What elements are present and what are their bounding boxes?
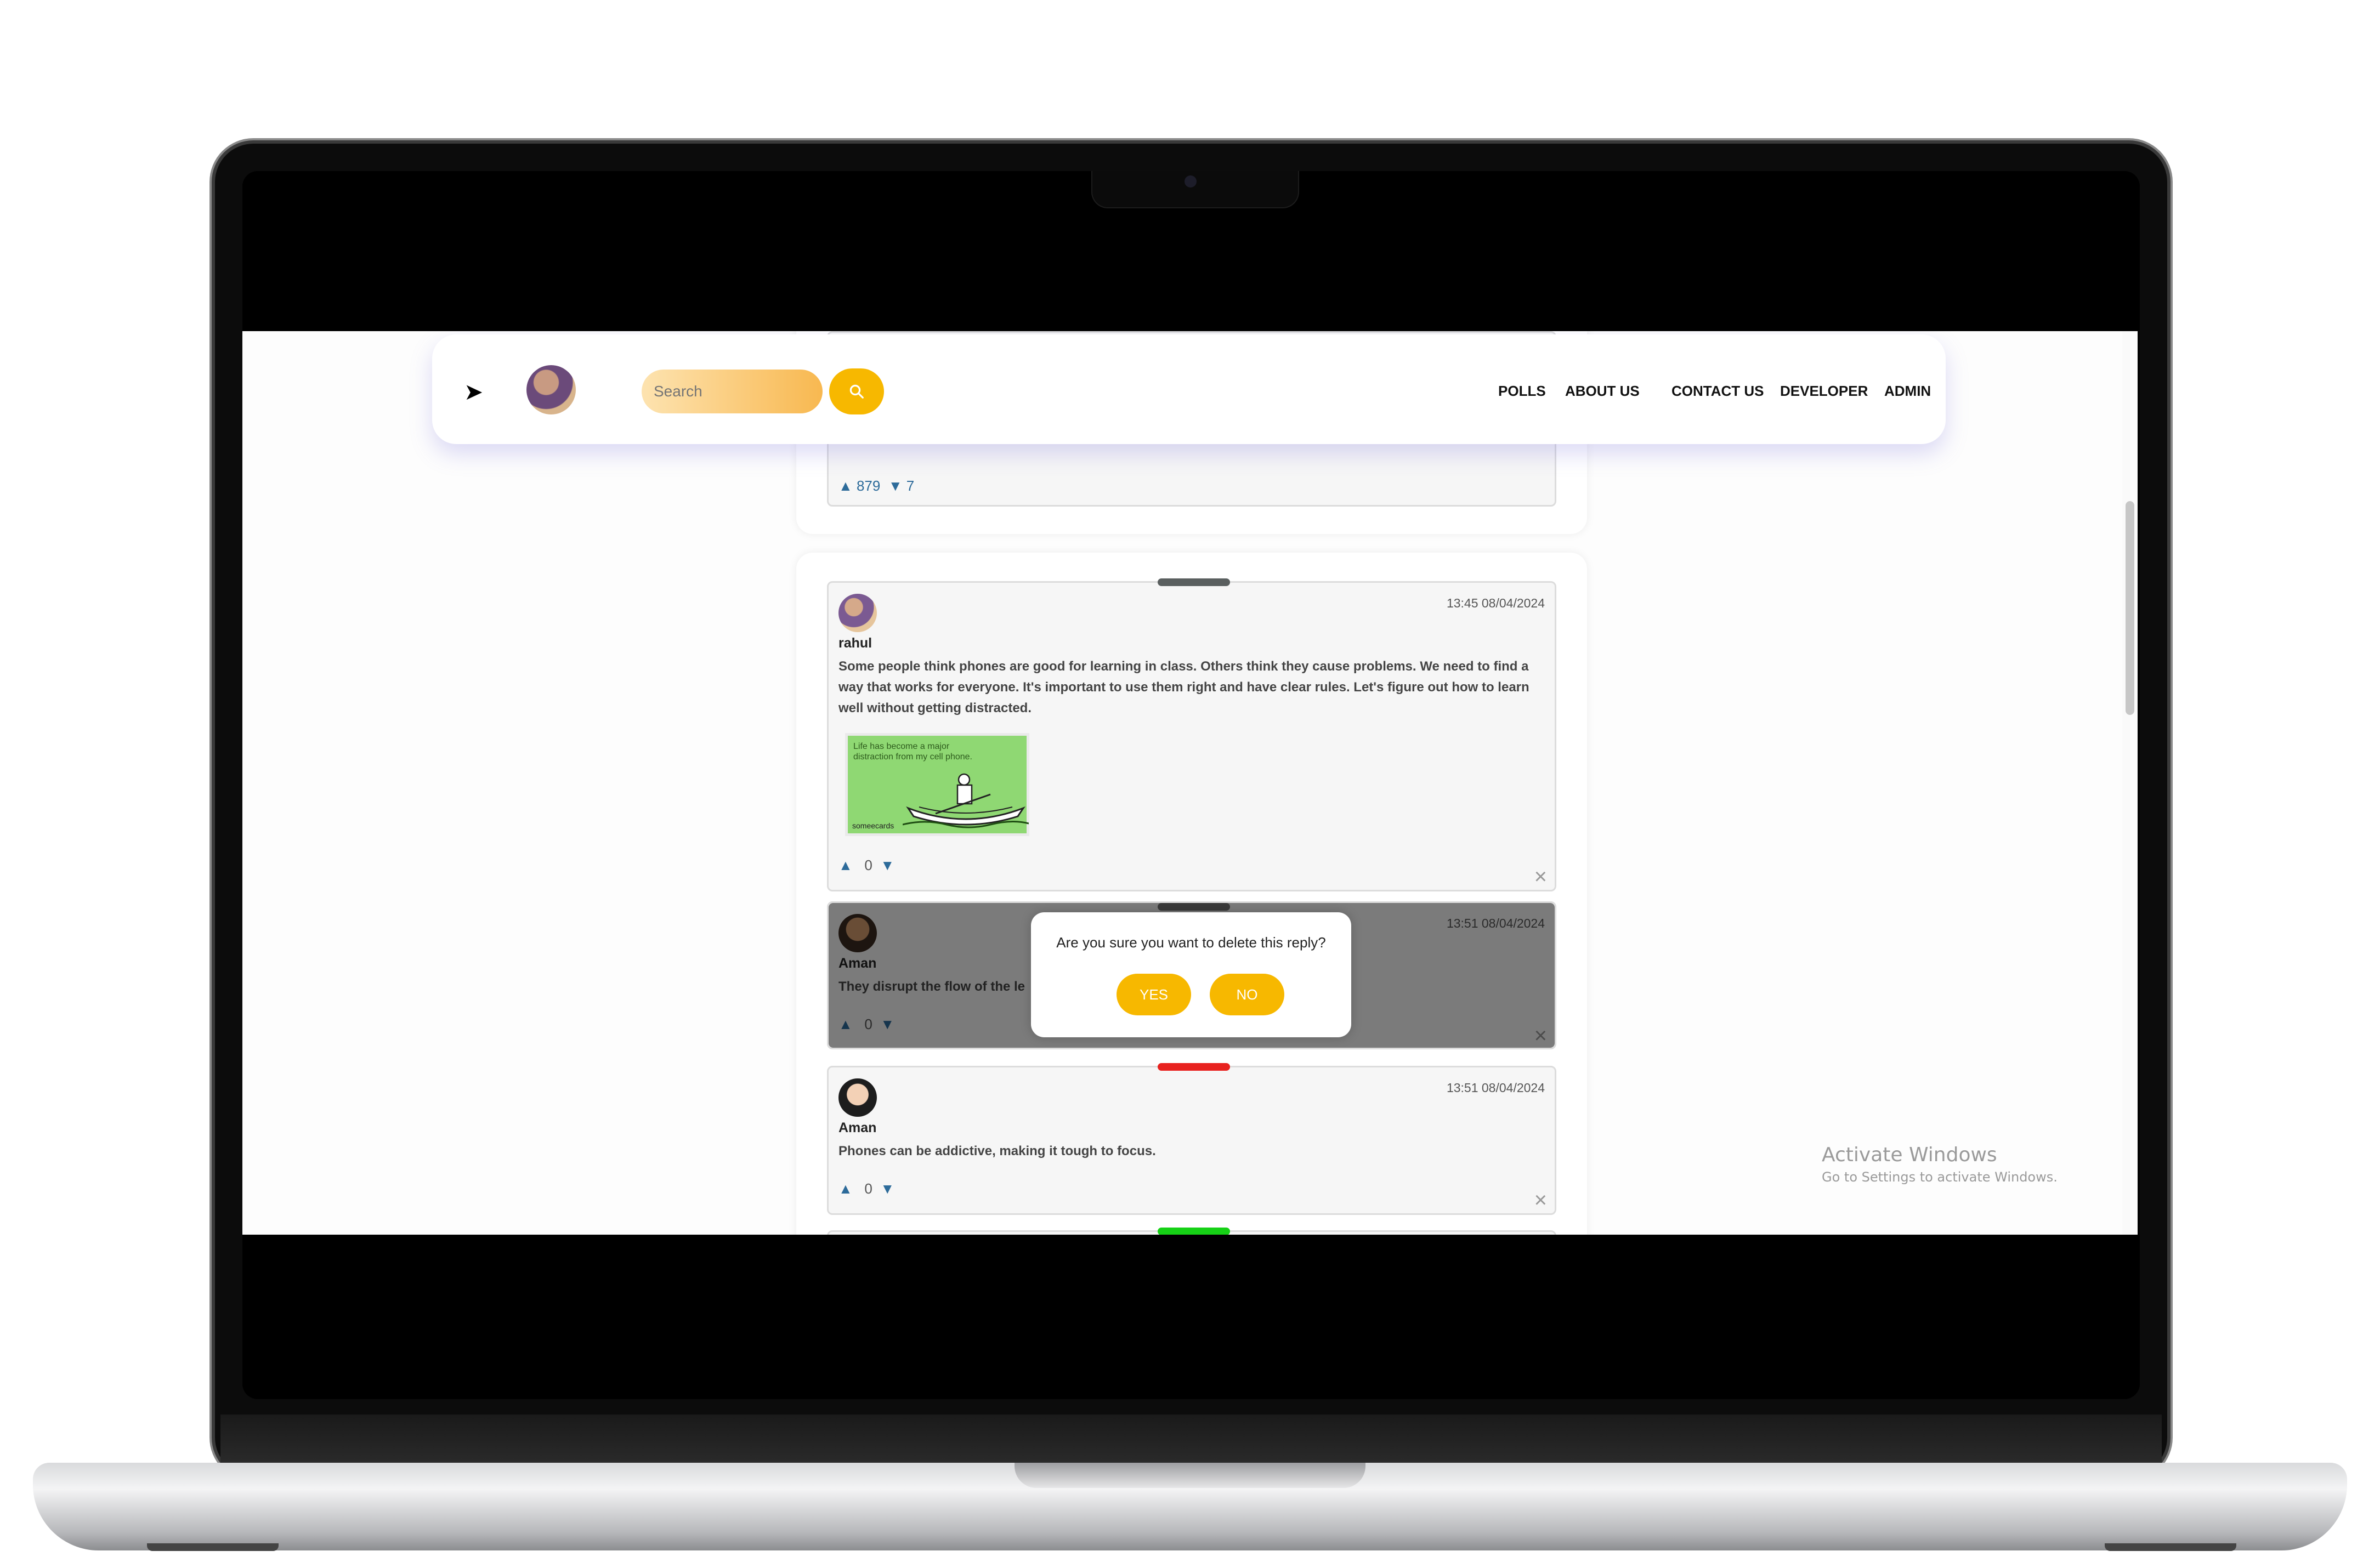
laptop-foot-right <box>2105 1543 2236 1551</box>
browser-viewport: ▲ 879 ▼ 7 ➤ POLLS ABOUT US CONTACT US DE… <box>242 331 2138 1235</box>
thread-card: 13:45 08/04/2024 rahul Some people think… <box>796 553 1587 1235</box>
downvote-icon[interactable]: ▼ <box>880 857 894 873</box>
delete-confirm-dialog: Are you sure you want to delete this rep… <box>1031 912 1351 1037</box>
drag-handle[interactable] <box>1158 578 1230 586</box>
post-image[interactable]: Life has become a major distraction from… <box>845 733 1029 836</box>
previous-post-votes: ▲ 879 ▼ 7 <box>838 478 914 495</box>
drag-handle[interactable] <box>1158 1063 1230 1071</box>
windows-watermark: Activate Windows Go to Settings to activ… <box>1822 1144 2058 1185</box>
downvote-count: 7 <box>906 478 915 494</box>
nav-admin-link[interactable]: ADMIN <box>1884 383 1931 400</box>
yes-button[interactable]: YES <box>1117 974 1191 1015</box>
close-icon[interactable]: × <box>1534 866 1547 888</box>
boat-illustration-icon <box>903 773 1029 828</box>
reply-username: Aman <box>838 1120 877 1135</box>
vote-count: 0 <box>864 857 872 873</box>
upvote-icon[interactable]: ▲ <box>838 1180 853 1197</box>
camera-icon <box>1185 175 1197 188</box>
drag-handle[interactable] <box>1158 1228 1230 1235</box>
top-navbar: ➤ POLLS ABOUT US CONTACT US DEVELOPER AD… <box>432 334 1946 444</box>
avatar <box>838 594 877 632</box>
reply-timestamp: 13:51 08/04/2024 <box>1446 1081 1545 1095</box>
avatar <box>838 1078 877 1117</box>
nav-developer-link[interactable]: DEVELOPER <box>1780 383 1868 400</box>
main-post-votes: ▲ 0 ▼ <box>838 857 894 874</box>
laptop-foot-left <box>147 1543 279 1551</box>
close-icon[interactable]: × <box>1534 1189 1547 1211</box>
post-username: rahul <box>838 635 872 651</box>
search-input[interactable] <box>642 370 823 413</box>
reply-text: Phones can be addictive, making it tough… <box>838 1144 1156 1158</box>
send-arrow-icon[interactable]: ➤ <box>464 378 483 405</box>
laptop-base-notch <box>1015 1463 1365 1488</box>
watermark-title: Activate Windows <box>1822 1144 1997 1166</box>
dialog-message: Are you sure you want to delete this rep… <box>1056 934 1326 951</box>
nav-polls-link[interactable]: POLLS <box>1498 383 1546 400</box>
post-timestamp: 13:45 08/04/2024 <box>1446 596 1545 610</box>
reply-item <box>827 1228 1556 1235</box>
watermark-subtitle: Go to Settings to activate Windows. <box>1822 1169 2058 1185</box>
drag-handle-dark <box>1158 903 1230 911</box>
search-icon <box>849 384 864 399</box>
downvote-icon[interactable]: ▼ <box>888 478 903 494</box>
main-post: 13:45 08/04/2024 rahul Some people think… <box>827 578 1556 891</box>
vote-count: 0 <box>864 1180 872 1197</box>
no-button[interactable]: NO <box>1210 974 1284 1015</box>
reply-item: 13:51 08/04/2024 Aman Phones can be addi… <box>827 1063 1556 1215</box>
camera-notch <box>1091 171 1299 208</box>
upvote-count: 879 <box>856 478 881 494</box>
nav-contact-link[interactable]: CONTACT US <box>1671 383 1764 400</box>
image-brand: someecards <box>852 821 894 830</box>
upvote-icon[interactable]: ▲ <box>838 478 853 494</box>
scrollbar-thumb[interactable] <box>2126 501 2134 715</box>
post-text: Some people think phones are good for le… <box>838 659 1529 715</box>
image-caption: Life has become a major distraction from… <box>853 742 972 762</box>
nav-about-link[interactable]: ABOUT US <box>1565 383 1640 400</box>
downvote-icon[interactable]: ▼ <box>880 1180 894 1197</box>
reply-votes: ▲ 0 ▼ <box>838 1180 894 1197</box>
user-avatar[interactable] <box>526 365 576 414</box>
search-button[interactable] <box>829 368 884 414</box>
scrollbar[interactable] <box>2122 331 2138 1235</box>
laptop-hinge <box>220 1414 2162 1469</box>
upvote-icon[interactable]: ▲ <box>838 857 853 873</box>
